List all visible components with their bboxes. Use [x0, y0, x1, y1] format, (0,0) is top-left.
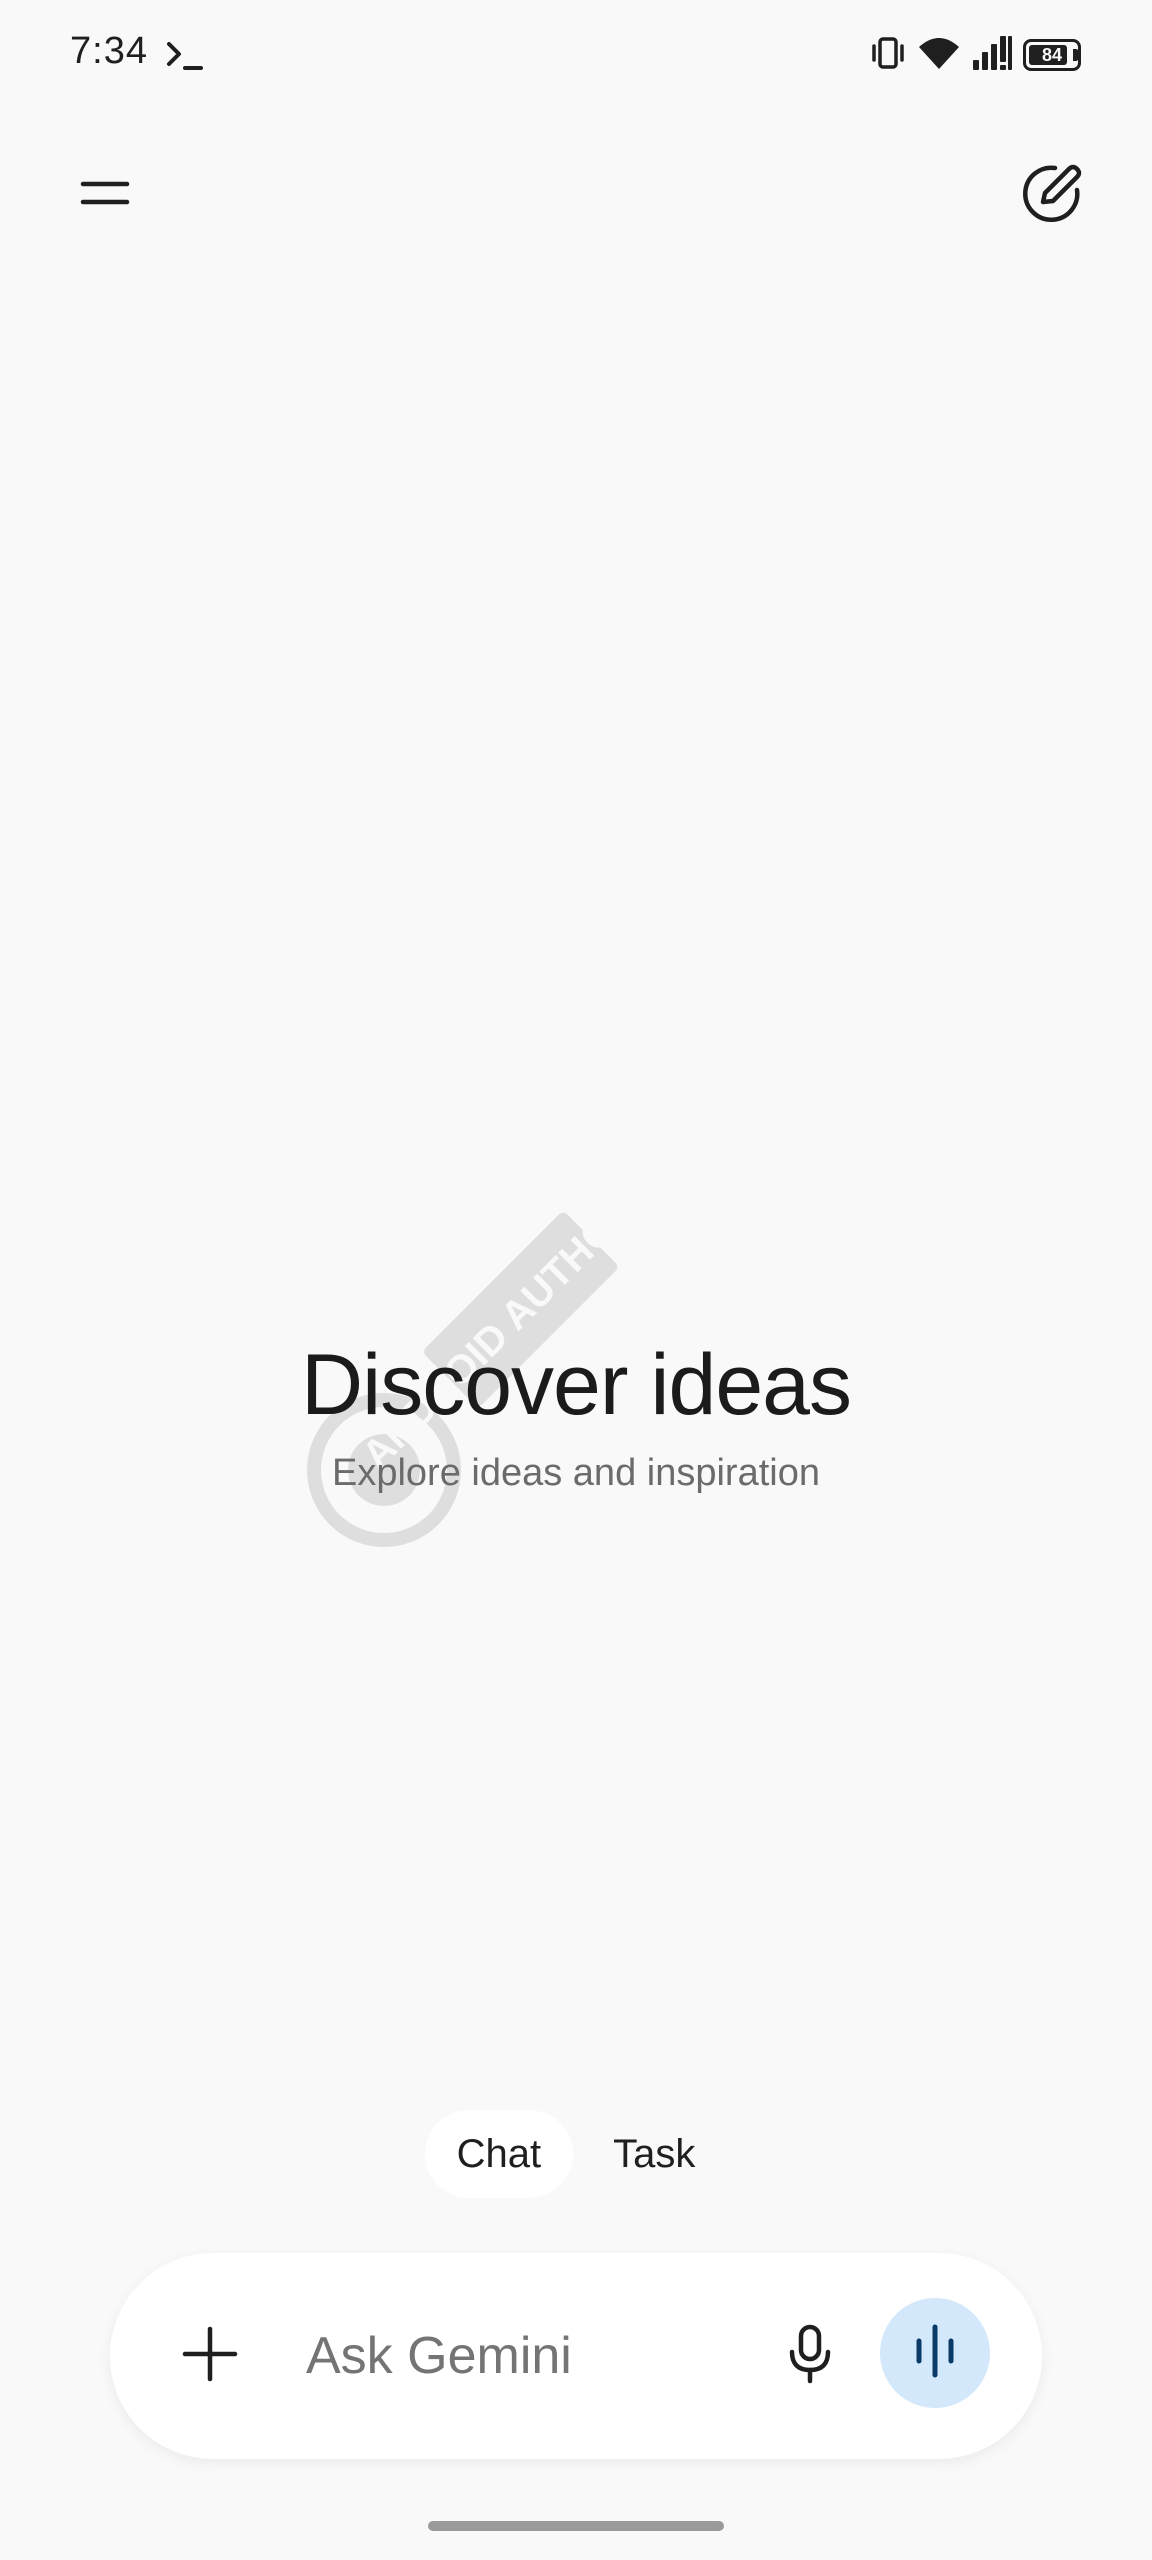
live-waveform-icon — [910, 2323, 960, 2384]
page-title: Discover ideas — [301, 1337, 852, 1433]
live-mode-button[interactable] — [880, 2298, 990, 2408]
plus-icon — [181, 2325, 239, 2388]
home-indicator[interactable] — [428, 2521, 724, 2531]
add-attachment-button[interactable] — [170, 2316, 250, 2396]
prompt-bar — [110, 2253, 1042, 2459]
signal-icon — [971, 34, 1013, 77]
status-bar: 7:34 84 — [0, 0, 1152, 110]
mode-switch: Chat Task — [0, 2110, 1152, 2198]
page-subtitle: Explore ideas and inspiration — [332, 1452, 820, 1494]
new-chat-button[interactable] — [1007, 150, 1097, 240]
battery-level: 84 — [1041, 44, 1063, 65]
hamburger-menu-icon — [79, 176, 131, 215]
menu-button[interactable] — [60, 160, 150, 230]
vibrate-icon — [869, 36, 907, 75]
edit-pencil-icon — [1019, 160, 1085, 231]
top-app-bar — [0, 140, 1152, 250]
status-time: 7:34 — [70, 30, 148, 72]
battery-icon: 84 — [1023, 39, 1081, 71]
wifi-icon — [917, 35, 961, 76]
battery: 84 — [1023, 39, 1081, 71]
ask-gemini-input[interactable] — [306, 2311, 746, 2401]
empty-state: Discover ideas Explore ideas and inspira… — [0, 1330, 1152, 1498]
status-icons: 84 — [869, 30, 1081, 80]
microphone-button[interactable] — [770, 2316, 850, 2396]
terminal-icon — [165, 38, 205, 74]
tab-chat[interactable]: Chat — [424, 2110, 574, 2198]
microphone-icon — [787, 2324, 833, 2389]
tab-task[interactable]: Task — [581, 2110, 727, 2198]
